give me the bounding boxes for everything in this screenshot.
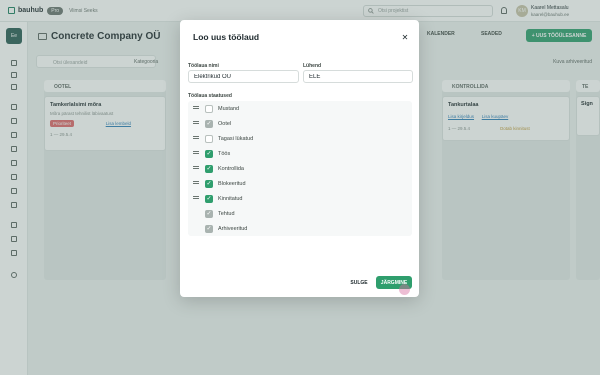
status-label: Kinnitatud (218, 195, 243, 202)
board-name-label: Töölaua nimi (188, 63, 219, 69)
status-row-mustand[interactable]: Mustand (188, 101, 412, 116)
status-label: Tagasi lükatud (218, 135, 254, 142)
status-label: Arhiveeritud (218, 225, 248, 232)
create-board-modal: Loo uus töölaud ✕ Töölaua nimi Lühend Tö… (180, 20, 419, 297)
click-indicator (399, 284, 410, 295)
short-name-input[interactable] (303, 70, 413, 83)
status-row-kinnitatud[interactable]: ✓ Kinnitatud (188, 191, 412, 206)
status-checkbox[interactable] (205, 134, 213, 143)
drag-handle-icon[interactable] (193, 196, 199, 201)
status-label: Ootel (218, 120, 232, 127)
short-name-label: Lühend (303, 63, 322, 69)
status-checkbox[interactable]: ✓ (205, 194, 213, 203)
drag-handle-icon[interactable] (193, 106, 199, 111)
status-row-toos[interactable]: ✓ Töös (188, 146, 412, 161)
board-name-input[interactable] (188, 70, 299, 83)
status-label: Töös (218, 150, 231, 157)
modal-title: Loo uus töölaud (193, 32, 260, 42)
status-label: Mustand (218, 105, 240, 112)
status-row-tagasi-lukatud[interactable]: Tagasi lükatud (188, 131, 412, 146)
status-label: Tehtud (218, 210, 235, 217)
drag-handle-icon[interactable] (193, 181, 199, 186)
status-row-tehtud[interactable]: ✓ Tehtud (188, 206, 412, 221)
close-icon[interactable]: ✕ (400, 33, 410, 43)
statuses-label: Töölaua staatused (188, 93, 232, 99)
status-row-ootel[interactable]: ✓ Ootel (188, 116, 412, 131)
status-checkbox[interactable] (205, 104, 213, 113)
drag-handle-icon[interactable] (193, 121, 199, 126)
status-checkbox[interactable]: ✓ (205, 164, 213, 173)
status-checkbox[interactable]: ✓ (205, 179, 213, 188)
status-list: Mustand ✓ Ootel Tagasi lükatud ✓ Töös ✓ … (188, 101, 412, 236)
status-row-blokeeritud[interactable]: ✓ Blokeeritud (188, 176, 412, 191)
status-label: Blokeeritud (218, 180, 246, 187)
status-checkbox[interactable]: ✓ (205, 149, 213, 158)
drag-handle-icon[interactable] (193, 166, 199, 171)
status-label: Kontrollida (218, 165, 244, 172)
drag-handle-icon[interactable] (193, 136, 199, 141)
status-checkbox: ✓ (205, 209, 213, 218)
close-button[interactable]: SULGE (345, 276, 373, 289)
status-row-arhiveeritud[interactable]: ✓ Arhiveeritud (188, 221, 412, 236)
drag-handle-icon[interactable] (193, 151, 199, 156)
status-row-kontrollida[interactable]: ✓ Kontrollida (188, 161, 412, 176)
status-checkbox: ✓ (205, 119, 213, 128)
status-checkbox: ✓ (205, 224, 213, 233)
